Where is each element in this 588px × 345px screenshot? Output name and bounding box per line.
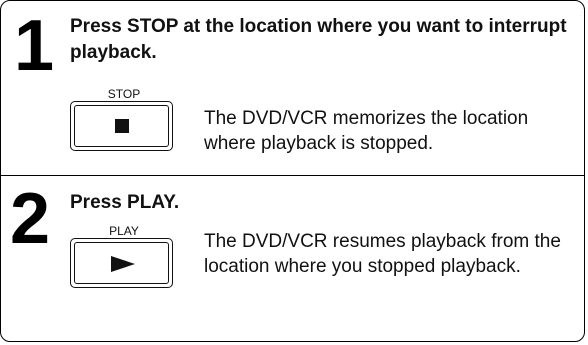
- step-1-number: 1: [14, 6, 55, 86]
- step-2-number: 2: [10, 179, 51, 259]
- stop-button-label: STOP: [107, 87, 141, 101]
- step-divider: [0, 175, 585, 176]
- step-1-description: The DVD/VCR memorizes the location where…: [204, 108, 529, 154]
- play-button-illustration: [70, 238, 173, 288]
- step-1-heading: Press STOP at the location where you wan…: [70, 16, 567, 63]
- play-icon: [111, 256, 135, 272]
- step-2-description: The DVD/VCR resumes playback from the lo…: [204, 231, 561, 277]
- play-button-label: PLAY: [109, 224, 139, 238]
- step-2-heading: Press PLAY.: [70, 192, 180, 213]
- stop-button-illustration: [70, 101, 173, 151]
- stop-icon: [115, 119, 129, 133]
